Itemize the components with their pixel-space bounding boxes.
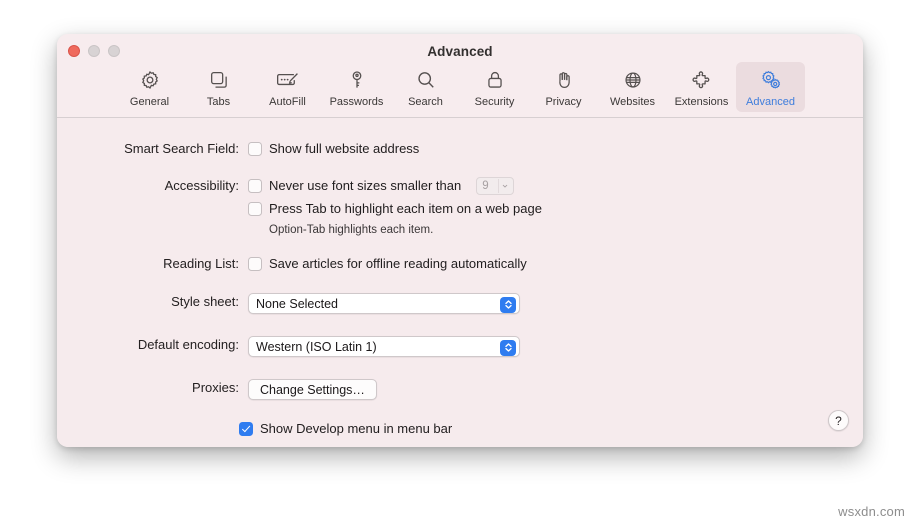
autofill-icon: [276, 67, 300, 93]
smart-search-field-label: Smart Search Field:: [124, 141, 239, 156]
checkbox-save-offline[interactable]: Save articles for offline reading automa…: [248, 255, 527, 272]
help-button[interactable]: ?: [828, 410, 849, 431]
checkbox-box[interactable]: [248, 178, 262, 193]
checkbox-min-font-size[interactable]: Never use font sizes smaller than 9: [248, 176, 542, 195]
search-icon: [415, 67, 437, 93]
checkbox-box[interactable]: [248, 201, 262, 216]
select-divider: [498, 178, 500, 193]
row-default-encoding: Default encoding: Western (ISO Latin 1): [109, 336, 520, 357]
advanced-settings-pane: Smart Search Field: Show full website ad…: [57, 118, 863, 447]
checkbox-show-full-address[interactable]: Show full website address: [248, 140, 419, 157]
globe-icon: [622, 67, 644, 93]
window-title: Advanced: [427, 44, 493, 59]
row-smart-search-field: Smart Search Field: Show full website ad…: [109, 140, 419, 157]
watermark: wsxdn.com: [838, 504, 905, 519]
updown-chevrons-icon: [500, 296, 516, 313]
tabs-icon: [208, 67, 230, 93]
style-sheet-value: None Selected: [256, 296, 339, 311]
tab-search[interactable]: Search: [391, 62, 460, 112]
tab-label: Privacy: [545, 96, 582, 108]
tab-label: Websites: [609, 96, 656, 108]
tab-extensions[interactable]: Extensions: [667, 62, 736, 112]
preferences-toolbar: General Tabs AutoFill Passwords Search S…: [57, 62, 863, 112]
default-encoding-popup-button[interactable]: Western (ISO Latin 1): [248, 336, 520, 357]
checkbox-label: Press Tab to highlight each item on a we…: [269, 201, 542, 216]
proxies-label: Proxies:: [192, 380, 239, 395]
tab-label: Extensions: [674, 96, 729, 108]
lock-icon: [484, 67, 506, 93]
checkbox-box[interactable]: [248, 141, 262, 156]
window-titlebar: Advanced General Tabs AutoFill Passwords…: [57, 34, 863, 118]
tab-label: Security: [474, 96, 515, 108]
tab-label: Search: [408, 96, 443, 108]
accessibility-label: Accessibility:: [164, 178, 239, 193]
puzzle-icon: [690, 67, 713, 93]
checkbox-label: Show full website address: [269, 141, 420, 156]
change-settings-button[interactable]: Change Settings…: [248, 379, 377, 400]
reading-list-label: Reading List:: [163, 256, 239, 271]
tab-autofill[interactable]: AutoFill: [253, 62, 322, 112]
checkbox-box[interactable]: [239, 421, 253, 436]
tab-label: Advanced: [746, 96, 795, 108]
min-font-size-value: 9: [482, 179, 489, 192]
default-encoding-label: Default encoding:: [137, 337, 239, 352]
tab-security[interactable]: Security: [460, 62, 529, 112]
checkbox-box[interactable]: [248, 256, 262, 271]
checkbox-show-develop-menu[interactable]: Show Develop menu in menu bar: [239, 420, 452, 437]
tab-privacy[interactable]: Privacy: [529, 62, 598, 112]
screen: Advanced General Tabs AutoFill Passwords…: [0, 0, 919, 525]
key-icon: [346, 67, 368, 93]
tab-tabs[interactable]: Tabs: [184, 62, 253, 112]
accessibility-hint: Option-Tab highlights each item.: [269, 224, 434, 236]
row-develop-menu: Show Develop menu in menu bar: [239, 420, 452, 437]
default-encoding-value: Western (ISO Latin 1): [256, 339, 377, 354]
tab-websites[interactable]: Websites: [598, 62, 667, 112]
style-sheet-popup-button[interactable]: None Selected: [248, 293, 520, 314]
tab-label: Passwords: [329, 96, 384, 108]
updown-chevrons-icon: [500, 339, 516, 356]
gear-icon: [139, 67, 161, 93]
row-proxies: Proxies: Change Settings…: [109, 379, 377, 400]
row-reading-list: Reading List: Save articles for offline …: [109, 255, 527, 272]
tab-label: Tabs: [206, 96, 231, 108]
row-accessibility: Accessibility: Never use font sizes smal…: [109, 176, 542, 238]
checkbox-label: Save articles for offline reading automa…: [269, 256, 527, 271]
tab-advanced[interactable]: Advanced: [736, 62, 805, 112]
row-style-sheet: Style sheet: None Selected: [109, 293, 520, 314]
checkbox-label: Show Develop menu in menu bar: [260, 421, 453, 436]
checkbox-press-tab-highlight[interactable]: Press Tab to highlight each item on a we…: [248, 200, 542, 217]
tab-general[interactable]: General: [115, 62, 184, 112]
min-font-size-select[interactable]: 9: [476, 176, 515, 195]
checkbox-label: Never use font sizes smaller than: [269, 178, 462, 193]
tab-passwords[interactable]: Passwords: [322, 62, 391, 112]
style-sheet-label: Style sheet:: [171, 294, 239, 309]
chevron-down-icon: [502, 184, 508, 188]
tab-label: AutoFill: [269, 96, 306, 108]
hand-icon: [553, 67, 575, 93]
gears-icon: [759, 67, 783, 93]
preferences-window: Advanced General Tabs AutoFill Passwords…: [57, 34, 863, 447]
tab-label: General: [129, 96, 170, 108]
